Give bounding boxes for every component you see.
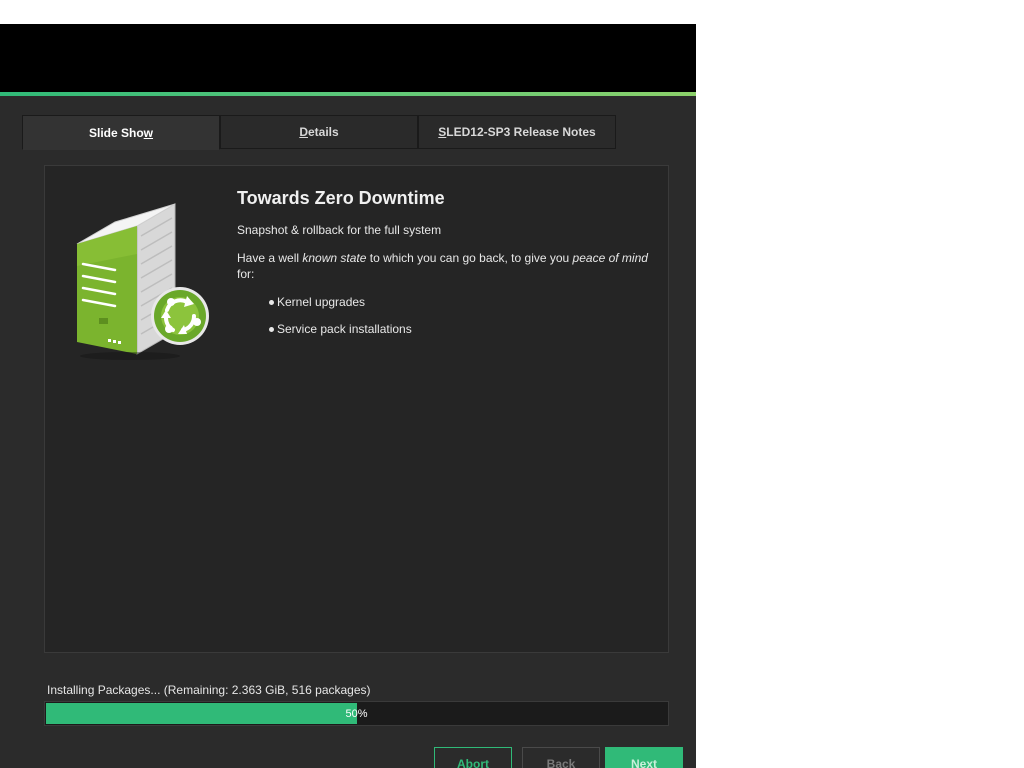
progress-label: 50% xyxy=(345,707,368,720)
installer-window: Slide Sho w Details S LED12-SP3 Release No… xyxy=(0,24,696,768)
install-progress-bar: 50% xyxy=(44,701,669,726)
paragraph-emphasis: peace of mind xyxy=(572,251,648,265)
paragraph-text: for: xyxy=(237,267,255,281)
slide-text: Towards Zero Downtime Snapshot & rollbac… xyxy=(237,188,657,349)
tab-label: etails xyxy=(307,125,339,139)
paragraph-text: Have a well xyxy=(237,251,303,265)
slide-title: Towards Zero Downtime xyxy=(237,188,445,208)
slide-panel: Towards Zero Downtime Snapshot & rollbac… xyxy=(44,165,669,653)
tab-label-mnemonic: w xyxy=(143,125,154,140)
slide-paragraph: Have a well known state to which you can… xyxy=(237,250,657,282)
tab-label: Slide Sho xyxy=(88,125,144,140)
back-button[interactable]: Back xyxy=(522,747,600,768)
list-item: Service pack installations xyxy=(269,322,657,336)
tab-label-mnemonic: S xyxy=(438,125,447,139)
tab-bar: Slide Sho w Details S LED12-SP3 Release No… xyxy=(22,115,616,150)
install-status-text: Installing Packages... (Remaining: 2.363… xyxy=(47,683,371,697)
server-snapshot-rollback-icon xyxy=(75,194,210,364)
list-item: Kernel upgrades xyxy=(269,295,657,309)
next-button[interactable]: Next xyxy=(605,747,683,768)
tab-slide-show[interactable]: Slide Sho w xyxy=(22,115,220,150)
bullet-list: Kernel upgrades Service pack installatio… xyxy=(237,295,657,336)
paragraph-emphasis: known state xyxy=(302,251,367,265)
tab-release-notes[interactable]: S LED12-SP3 Release Notes xyxy=(418,115,616,149)
paragraph-text: to which you can go back, to give you xyxy=(366,251,573,265)
abort-button[interactable]: Abort xyxy=(434,747,512,768)
slide-subtitle: Snapshot & rollback for the full system xyxy=(237,223,442,237)
header-accent-line xyxy=(0,92,696,96)
header-bar xyxy=(0,24,696,92)
tab-label: LED12-SP3 Release Notes xyxy=(446,125,596,139)
tab-details[interactable]: Details xyxy=(220,115,418,149)
tab-label-mnemonic: D xyxy=(299,125,308,139)
